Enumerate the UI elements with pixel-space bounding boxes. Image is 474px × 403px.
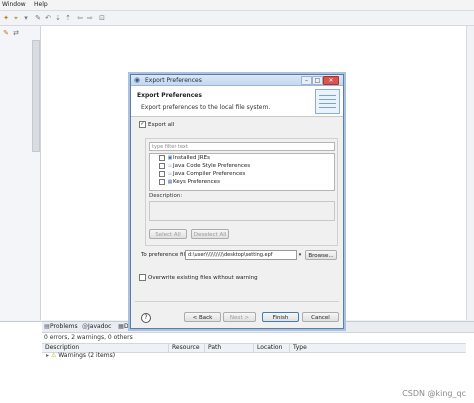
tab-problems-label: Problems: [50, 323, 78, 330]
overwrite-label: Overwrite existing files without warning: [148, 275, 258, 281]
left-scrollbar[interactable]: [32, 40, 40, 152]
annotation-icon[interactable]: ✎: [34, 14, 42, 22]
close-button[interactable]: ✕: [323, 76, 339, 85]
next-annotation-icon[interactable]: ⇣: [54, 14, 62, 22]
expand-icon[interactable]: ▸: [46, 352, 49, 359]
dropdown-icon[interactable]: ▾: [22, 14, 30, 22]
cancel-button[interactable]: Cancel: [302, 312, 339, 322]
dialog-banner: Export Preferences Export preferences to…: [131, 86, 343, 117]
export-wizard-icon: [315, 89, 340, 114]
banner-description: Export preferences to the local file sys…: [141, 104, 271, 111]
chevron-down-icon[interactable]: ▾: [297, 250, 303, 260]
tree-item-checkbox[interactable]: [159, 154, 165, 161]
link-icon[interactable]: ⇄: [12, 29, 20, 37]
tree-item[interactable]: ♨Java Compiler Preferences: [159, 170, 245, 178]
tree-item-checkbox[interactable]: [159, 170, 165, 177]
dialog-separator: [135, 301, 339, 302]
browse-button[interactable]: Browse...: [305, 250, 337, 260]
export-all-option[interactable]: ✓ Export all: [139, 121, 174, 128]
help-icon[interactable]: ?: [141, 313, 151, 323]
export-all-label: Export all: [148, 122, 175, 128]
preference-file-input[interactable]: d:\user\\\\\\\\\\\desktop\setting.epf: [185, 250, 297, 260]
wand-icon[interactable]: ✦: [2, 14, 10, 22]
next-button[interactable]: Next >: [223, 312, 256, 322]
tree-item-checkbox[interactable]: [159, 162, 165, 169]
warning-icon: ⚠: [50, 352, 57, 359]
tree-item-label: Keys Preferences: [173, 179, 220, 185]
description-label: Description:: [149, 193, 183, 199]
tab-javadoc[interactable]: @Javadoc: [82, 323, 111, 331]
maximize-button[interactable]: □: [312, 76, 323, 85]
preference-file-label: To preference file:: [141, 252, 191, 258]
tree-item-label: Java Compiler Preferences: [173, 171, 246, 177]
preferences-tree: ▣Installed JREs ♨Java Code Style Prefere…: [149, 153, 335, 191]
tree-item[interactable]: ▦Keys Preferences: [159, 178, 220, 186]
overwrite-checkbox[interactable]: [139, 274, 146, 281]
col-type[interactable]: Type: [289, 344, 333, 352]
col-location[interactable]: Location: [253, 344, 290, 352]
main-toolbar: ✦ ⌖ ▾ ✎ ↶ ⇣ ⇡ ⇦ ⇨ ⊡: [0, 11, 474, 26]
pin-icon[interactable]: ⌖: [12, 14, 20, 22]
problems-summary: 0 errors, 2 warnings, 0 others: [44, 334, 133, 341]
watermark: CSDN @king_qc: [402, 389, 466, 398]
dialog-title: Export Preferences: [145, 77, 202, 84]
select-all-button[interactable]: Select All: [149, 229, 187, 239]
prev-annotation-icon[interactable]: ⇡: [64, 14, 72, 22]
export-all-checkbox[interactable]: ✓: [139, 121, 146, 128]
col-resource[interactable]: Resource: [168, 344, 205, 352]
col-description[interactable]: Description: [42, 344, 168, 352]
tab-javadoc-label: Javadoc: [88, 323, 112, 330]
col-path[interactable]: Path: [204, 344, 254, 352]
open-icon[interactable]: ⊡: [98, 14, 106, 22]
tree-item-label: Java Code Style Preferences: [173, 163, 251, 169]
banner-title: Export Preferences: [137, 92, 202, 99]
dialog-titlebar[interactable]: ◉ Export Preferences – □ ✕: [131, 75, 343, 86]
warnings-row[interactable]: ▸ ⚠ Warnings (2 items): [46, 352, 115, 360]
filter-input[interactable]: type filter text: [149, 142, 335, 151]
deselect-all-button[interactable]: Deselect All: [191, 229, 229, 239]
tab-problems[interactable]: ▤Problems: [44, 323, 78, 331]
prev-edit-icon[interactable]: ↶: [44, 14, 52, 22]
tree-item-checkbox[interactable]: [159, 178, 165, 185]
warnings-label: Warnings (2 items): [58, 352, 116, 359]
menu-bar: Window Help: [0, 0, 474, 11]
minimize-button[interactable]: –: [301, 76, 312, 85]
menu-item-help[interactable]: Help: [34, 1, 48, 8]
right-scrollbar[interactable]: [466, 26, 474, 320]
finish-button[interactable]: Finish: [262, 312, 299, 322]
eclipse-icon: ◉: [134, 76, 141, 84]
overwrite-option[interactable]: Overwrite existing files without warning: [139, 274, 258, 281]
description-box: [149, 201, 335, 221]
package-icon[interactable]: ✎: [2, 29, 10, 37]
menu-item-window[interactable]: Window: [2, 1, 26, 8]
tree-item[interactable]: ♨Java Code Style Preferences: [159, 162, 250, 170]
tree-item-label: Installed JREs: [173, 155, 210, 161]
forward-icon[interactable]: ⇨: [86, 14, 94, 22]
back-button[interactable]: < Back: [184, 312, 221, 322]
export-preferences-dialog: ◉ Export Preferences – □ ✕ Export Prefer…: [130, 74, 344, 329]
tree-item[interactable]: ▣Installed JREs: [159, 154, 210, 162]
back-icon[interactable]: ⇦: [76, 14, 84, 22]
